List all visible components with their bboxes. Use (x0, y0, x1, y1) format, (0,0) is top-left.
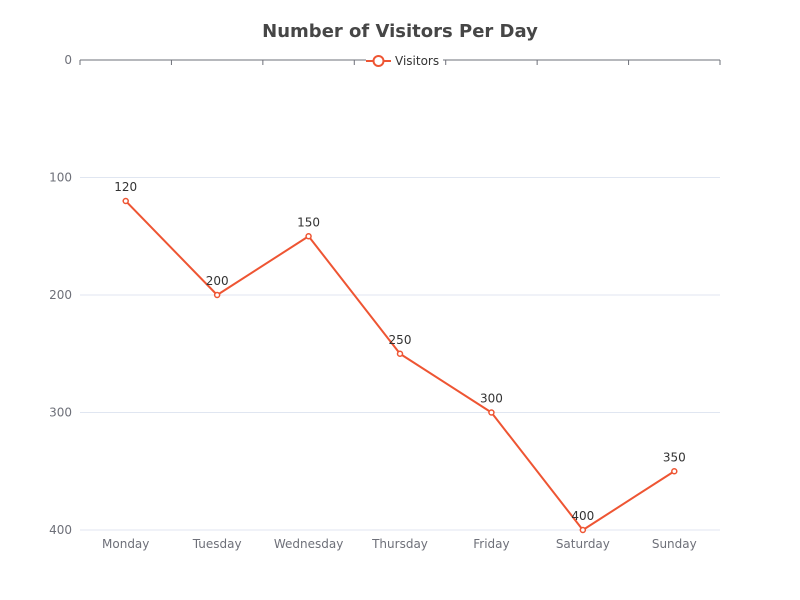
data-label-thursday: 250 (389, 333, 412, 347)
data-point-sunday[interactable] (671, 468, 678, 475)
chart-plot-area: 0 100 200 300 400 Monday Tuesday Wednesday Thurs… (49, 53, 721, 551)
y-tick-label-400: 400 (49, 523, 72, 537)
x-tick-label-friday: Friday (473, 537, 509, 551)
data-label-tuesday: 200 (206, 274, 229, 288)
data-point-saturday[interactable] (579, 526, 587, 534)
series-line-visitors (124, 200, 675, 531)
data-label-wednesday: 150 (297, 215, 320, 229)
x-tick-label-sunday: Sunday (652, 537, 697, 551)
data-point-friday[interactable] (488, 409, 495, 416)
data-point-thursday[interactable] (396, 350, 404, 357)
legend-label-visitors: Visitors (395, 54, 440, 68)
data-point-monday[interactable] (122, 197, 129, 205)
x-tick-label-saturday: Saturday (556, 537, 610, 551)
line-chart: Number of Visitors Per Day 0 100 200 300 400… (0, 0, 800, 600)
data-label-sunday: 350 (663, 450, 686, 464)
data-label-saturday: 400 (571, 509, 594, 523)
chart-legend[interactable]: Visitors (366, 53, 444, 69)
x-tick-label-thursday: Thursday (371, 537, 428, 551)
x-tick-label-wednesday: Wednesday (274, 537, 343, 551)
data-point-tuesday[interactable] (213, 291, 221, 299)
legend-line-circle-icon (366, 55, 391, 67)
y-tick-label-100: 100 (49, 171, 72, 185)
y-tick-label-300: 300 (49, 406, 72, 420)
data-label-friday: 300 (480, 392, 503, 406)
x-tick-label-tuesday: Tuesday (192, 537, 242, 551)
data-label-monday: 120 (114, 180, 137, 194)
x-tick-label-monday: Monday (102, 537, 149, 551)
y-tick-label-200: 200 (49, 288, 72, 302)
y-tick-label-0: 0 (64, 53, 72, 67)
data-point-wednesday[interactable] (305, 233, 312, 240)
